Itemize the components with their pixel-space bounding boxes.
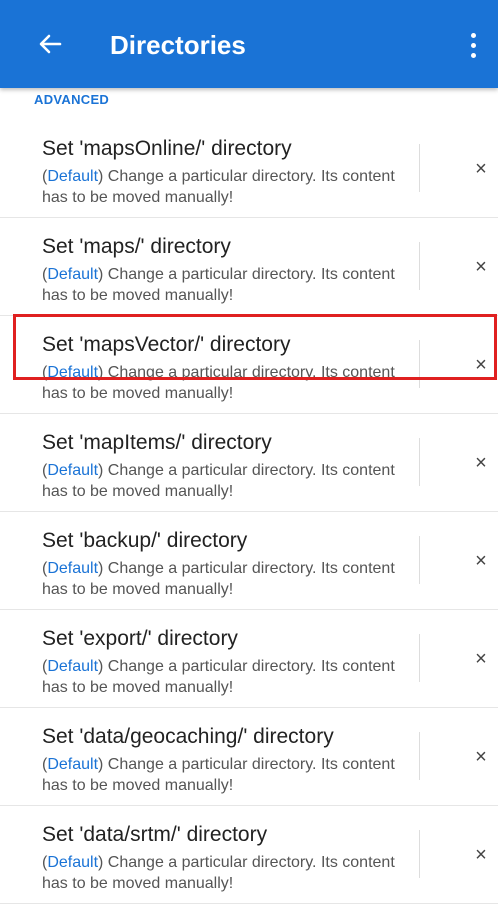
vertical-divider (419, 536, 420, 584)
vertical-divider (419, 438, 420, 486)
default-link: Default (47, 658, 99, 675)
list-item-description: (Default) Change a particular directory.… (42, 558, 412, 600)
list-item-text: Set 'backup/' directory (Default) Change … (42, 528, 412, 600)
list-item-description: (Default) Change a particular directory.… (42, 264, 412, 306)
list-item[interactable]: Set 'data/geocaching/' directory (Default… (0, 708, 498, 806)
close-icon[interactable]: × (470, 550, 492, 572)
list-item[interactable]: Set 'mapsVector/' directory (Default) Cha… (0, 316, 498, 414)
close-icon[interactable]: × (470, 648, 492, 670)
list-item-description: (Default) Change a particular directory.… (42, 852, 412, 894)
list-item-text: Set 'mapItems/' directory (Default) Chang… (42, 430, 412, 502)
list-item-description: (Default) Change a particular directory.… (42, 656, 412, 698)
default-link: Default (47, 168, 99, 185)
list-item[interactable]: Set 'backup/' directory (Default) Change … (0, 512, 498, 610)
arrow-back-icon[interactable] (34, 28, 66, 60)
list-item-text: Set 'export/' directory (Default) Change … (42, 626, 412, 698)
list-item-description: (Default) Change a particular directory.… (42, 362, 412, 404)
default-link: Default (47, 266, 99, 283)
list-item-text: Set 'data/srtm/' directory (Default) Chan… (42, 822, 412, 894)
list-item[interactable]: Set 'maps/' directory (Default) Change a … (0, 218, 498, 316)
default-link: Default (47, 462, 99, 479)
list-item[interactable]: Set 'data/srtm/' directory (Default) Chan… (0, 806, 498, 904)
list-item[interactable]: Set 'mapItems/' directory (Default) Chang… (0, 414, 498, 512)
default-link: Default (47, 560, 99, 577)
vertical-divider (419, 242, 420, 290)
list-item-text: Set 'mapsVector/' directory (Default) Cha… (42, 332, 412, 404)
vertical-divider (419, 830, 420, 878)
list-item-description: (Default) Change a particular directory.… (42, 754, 412, 796)
list-item-title: Set 'mapItems/' directory (42, 431, 272, 454)
close-icon[interactable]: × (470, 354, 492, 376)
close-icon[interactable]: × (470, 158, 492, 180)
list-item[interactable]: Set 'mapsOnline/' directory (Default) Cha… (0, 120, 498, 218)
more-vert-icon[interactable] (466, 30, 480, 60)
list-item-title: Set 'export/' directory (42, 627, 238, 650)
list-item[interactable]: Set 'export/' directory (Default) Change … (0, 610, 498, 708)
list-item-text: Set 'maps/' directory (Default) Change a … (42, 234, 412, 306)
list-item-description: (Default) Change a particular directory.… (42, 166, 412, 208)
list-item-title: Set 'mapsVector/' directory (42, 333, 291, 356)
vertical-divider (419, 732, 420, 780)
default-link: Default (47, 756, 99, 773)
list-item-title: Set 'maps/' directory (42, 235, 231, 258)
list-item-title: Set 'data/srtm/' directory (42, 823, 268, 846)
list-item-description: (Default) Change a particular directory.… (42, 460, 412, 502)
list-item-title: Set 'data/geocaching/' directory (42, 725, 334, 748)
list-item-title: Set 'mapsOnline/' directory (42, 137, 292, 160)
app-bar: Directories (0, 0, 498, 88)
list-item-text: Set 'data/geocaching/' directory (Default… (42, 724, 412, 796)
default-link: Default (47, 364, 99, 381)
section-header-advanced: ADVANCED (34, 92, 110, 107)
vertical-divider (419, 144, 420, 192)
close-icon[interactable]: × (470, 452, 492, 474)
page-title: Directories (110, 30, 246, 60)
list-item-title: Set 'backup/' directory (42, 529, 248, 552)
close-icon[interactable]: × (470, 256, 492, 278)
vertical-divider (419, 340, 420, 388)
close-icon[interactable]: × (470, 746, 492, 768)
default-link: Default (47, 854, 99, 871)
vertical-divider (419, 634, 420, 682)
close-icon[interactable]: × (470, 844, 492, 866)
list-item-text: Set 'mapsOnline/' directory (Default) Cha… (42, 136, 412, 208)
